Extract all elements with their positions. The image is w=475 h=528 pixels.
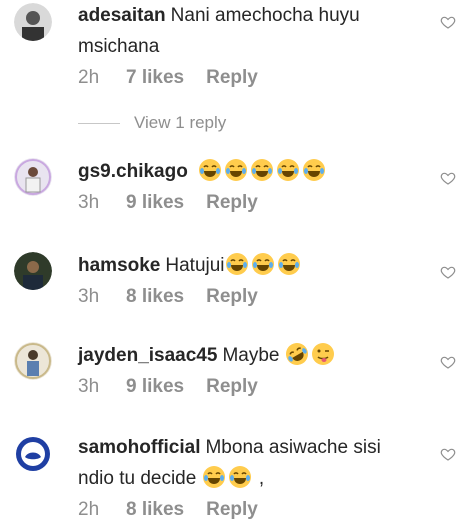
avatar-icon[interactable] xyxy=(14,3,52,41)
comment-likes[interactable]: 8 likes xyxy=(126,498,184,522)
reply-button[interactable]: Reply xyxy=(206,66,258,90)
reply-button[interactable]: Reply xyxy=(206,375,258,399)
tears-of-joy-emoji xyxy=(225,159,248,181)
tears-of-joy-emoji xyxy=(251,159,274,181)
comment-text-line: jayden_isaac45 Maybe xyxy=(78,340,427,371)
heart-icon[interactable] xyxy=(440,354,456,370)
comment-text-tail: , xyxy=(258,468,265,489)
comment-text-line: adesaitan Nani amechocha huyu xyxy=(78,0,427,31)
view-replies-button[interactable]: View 1 reply xyxy=(78,112,226,134)
comment-meta: 3h 9 likes Reply xyxy=(78,375,427,399)
comment-time: 3h xyxy=(78,376,100,397)
comment-text: Mbona asiwache sisi xyxy=(205,437,381,458)
winking-face-with-tongue-emoji xyxy=(311,343,334,365)
replies-divider xyxy=(78,122,120,124)
heart-icon[interactable] xyxy=(440,14,456,30)
heart-icon[interactable] xyxy=(440,446,456,462)
view-replies-label[interactable]: View 1 reply xyxy=(134,113,226,133)
tears-of-joy-emoji xyxy=(228,466,251,488)
comment-meta: 2h 7 likes Reply xyxy=(78,66,427,90)
comment-username[interactable]: gs9.chikago xyxy=(78,161,188,182)
tears-of-joy-emoji xyxy=(303,159,326,181)
heart-icon[interactable] xyxy=(440,170,456,186)
avatar-icon[interactable] xyxy=(14,252,52,290)
comment-time: 3h xyxy=(78,286,100,307)
comment-meta: 2h 8 likes Reply xyxy=(78,498,427,522)
comment-time: 3h xyxy=(78,192,100,213)
comment-likes[interactable]: 7 likes xyxy=(126,66,184,90)
tears-of-joy-emoji xyxy=(251,253,274,275)
tears-of-joy-emoji xyxy=(199,159,222,181)
comment-text: ndio tu decide xyxy=(78,468,197,489)
comment-text: Maybe xyxy=(222,345,280,366)
comment-meta: 3h 8 likes Reply xyxy=(78,285,427,309)
emoji-group xyxy=(225,253,303,276)
comment-text: Nani amechocha huyu xyxy=(170,5,360,26)
comment-username[interactable]: jayden_isaac45 xyxy=(78,345,217,366)
rolling-on-floor-laughing-emoji xyxy=(285,343,308,365)
emoji-group xyxy=(285,343,337,366)
avatar-icon[interactable] xyxy=(14,435,52,473)
avatar-icon[interactable] xyxy=(14,158,52,196)
comment-text: Hatujui xyxy=(165,255,225,276)
comment-username[interactable]: adesaitan xyxy=(78,5,166,26)
tears-of-joy-emoji xyxy=(225,253,248,275)
tears-of-joy-emoji xyxy=(277,159,300,181)
comment-text-line: msichana xyxy=(78,36,160,57)
comment-time: 2h xyxy=(78,67,100,88)
reply-button[interactable]: Reply xyxy=(206,191,258,215)
comment-username[interactable]: hamsoke xyxy=(78,255,160,276)
comment-text-line: ndio tu decide , xyxy=(78,463,427,494)
tears-of-joy-emoji xyxy=(277,253,300,275)
comment-username[interactable]: samohofficial xyxy=(78,437,200,458)
comment-text-line: gs9.chikago xyxy=(78,156,427,187)
comment-text-line: hamsoke Hatujui xyxy=(78,250,427,281)
comment-likes[interactable]: 8 likes xyxy=(126,285,184,309)
comment-likes[interactable]: 9 likes xyxy=(126,191,184,215)
emoji-group xyxy=(202,466,254,489)
comment-likes[interactable]: 9 likes xyxy=(126,375,184,399)
tears-of-joy-emoji xyxy=(202,466,225,488)
comment-text-line: samohofficial Mbona asiwache sisi xyxy=(78,432,427,463)
emoji-group xyxy=(193,159,328,182)
reply-button[interactable]: Reply xyxy=(206,498,258,522)
comment-meta: 3h 9 likes Reply xyxy=(78,191,427,215)
reply-button[interactable]: Reply xyxy=(206,285,258,309)
comment-time: 2h xyxy=(78,499,100,520)
avatar-icon[interactable] xyxy=(14,342,52,380)
heart-icon[interactable] xyxy=(440,264,456,280)
